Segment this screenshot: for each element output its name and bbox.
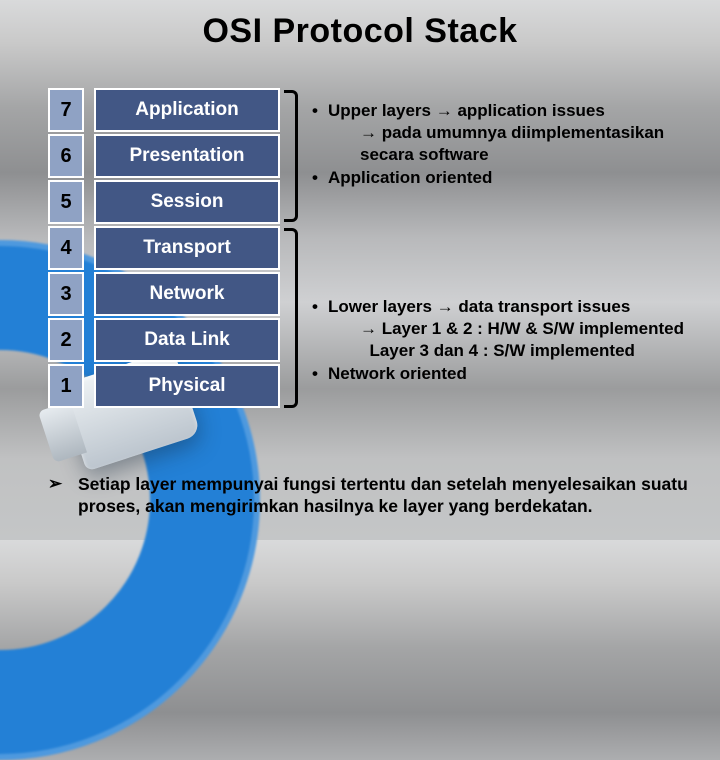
upper-notes: Upper layers → application issues → pada… xyxy=(312,100,704,191)
layer-number: 3 xyxy=(48,272,84,316)
layer-number: 6 xyxy=(48,134,84,178)
bracket-upper xyxy=(284,90,298,222)
layer-number: 4 xyxy=(48,226,84,270)
osi-stack: 7Application 6Presentation 5Session 4Tra… xyxy=(48,88,280,410)
layer-name: Network xyxy=(94,272,280,316)
layer-name: Physical xyxy=(94,364,280,408)
note-line: Application oriented xyxy=(312,167,704,189)
layer-number: 2 xyxy=(48,318,84,362)
layer-row: 4Transport xyxy=(48,226,280,270)
layer-number: 7 xyxy=(48,88,84,132)
layer-name: Data Link xyxy=(94,318,280,362)
layer-row: 2Data Link xyxy=(48,318,280,362)
slide-title: OSI Protocol Stack xyxy=(0,12,720,51)
footer-text: Setiap layer mempunyai fungsi tertentu d… xyxy=(78,473,694,519)
chevron-right-icon: ➢ xyxy=(48,473,78,519)
layer-row: 5Session xyxy=(48,180,280,224)
footer-note: ➢ Setiap layer mempunyai fungsi tertentu… xyxy=(48,473,694,519)
bracket-lower xyxy=(284,228,298,408)
layer-row: 3Network xyxy=(48,272,280,316)
layer-name: Transport xyxy=(94,226,280,270)
note-line: Upper layers → application issues → pada… xyxy=(312,100,704,165)
layer-number: 5 xyxy=(48,180,84,224)
note-line: Network oriented xyxy=(312,363,704,385)
layer-row: 6Presentation xyxy=(48,134,280,178)
layer-row: 7Application xyxy=(48,88,280,132)
layer-row: 1Physical xyxy=(48,364,280,408)
lower-notes: Lower layers → data transport issues → L… xyxy=(312,296,704,387)
layer-name: Session xyxy=(94,180,280,224)
layer-name: Presentation xyxy=(94,134,280,178)
layer-number: 1 xyxy=(48,364,84,408)
note-line: Lower layers → data transport issues → L… xyxy=(312,296,704,361)
layer-name: Application xyxy=(94,88,280,132)
